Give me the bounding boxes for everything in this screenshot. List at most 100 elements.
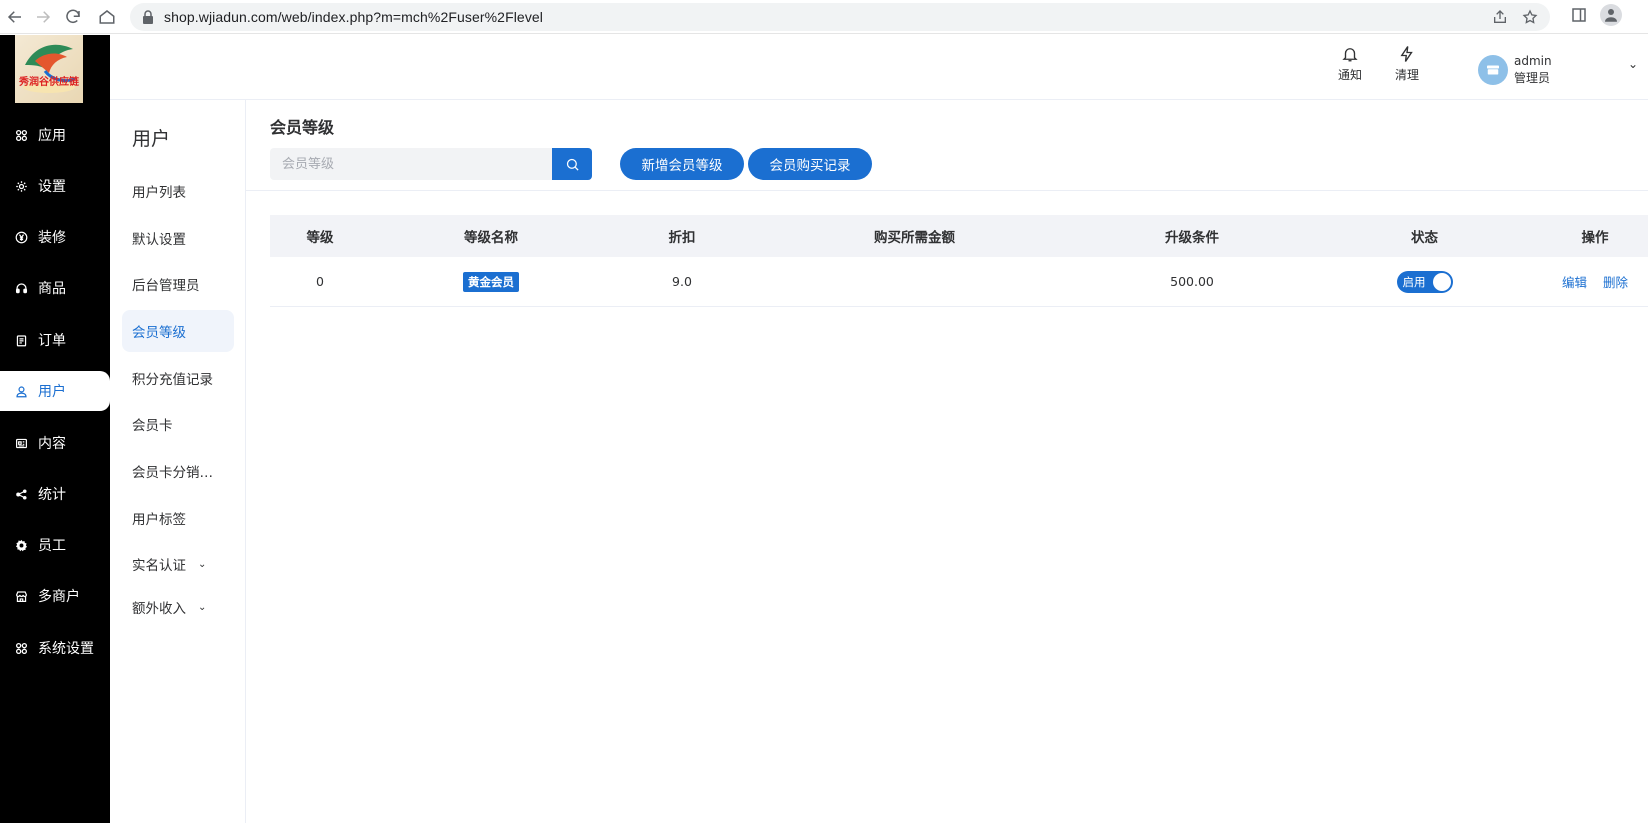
level-table: 等级 等级名称 折扣 购买所需金额 升级条件 状态 操作 0 黄金会员 9.0 … xyxy=(270,215,1648,307)
sidebar-item-label: 应用 xyxy=(38,128,66,144)
news-icon xyxy=(14,436,28,450)
home-icon[interactable] xyxy=(92,2,122,32)
sidebar-item-label: 订单 xyxy=(38,333,66,349)
submenu-item-label: 用户列表 xyxy=(132,185,186,201)
sidebar-item-label: 装修 xyxy=(38,230,66,246)
search-button[interactable] xyxy=(552,148,592,180)
lock-icon xyxy=(143,10,153,24)
col-status: 状态 xyxy=(1411,230,1438,246)
sidebar-item-3[interactable]: 商品 xyxy=(0,268,110,308)
submenu-item-label: 后台管理员 xyxy=(132,278,200,294)
address-bar[interactable]: shop.wjiadun.com/web/index.php?m=mch%2Fu… xyxy=(130,3,1550,31)
bell-icon xyxy=(1342,48,1358,62)
profile-icon[interactable] xyxy=(1600,4,1622,26)
gear-icon xyxy=(14,179,28,193)
share-page-icon[interactable] xyxy=(1492,9,1508,25)
sidebar-item-9[interactable]: 多商户 xyxy=(0,576,110,616)
header-divider xyxy=(246,190,1648,191)
level-value: 0 xyxy=(316,274,324,289)
notify-button[interactable]: 通知 xyxy=(1330,45,1370,83)
clear-cache-button[interactable]: 清理 xyxy=(1387,45,1427,83)
sidebar-item-label: 系统设置 xyxy=(38,641,94,657)
sidebar-item-10[interactable]: 系统设置 xyxy=(0,628,110,668)
submenu-item-label: 会员卡分销… xyxy=(132,465,213,481)
submenu-item-label: 积分充值记录 xyxy=(132,372,213,388)
sidebar-item-label: 内容 xyxy=(38,436,66,452)
chevron-down-icon[interactable]: ⌄ xyxy=(1628,57,1638,71)
chevron-down-icon: ⌄ xyxy=(198,601,207,613)
url-text: shop.wjiadun.com/web/index.php?m=mch%2Fu… xyxy=(164,9,544,25)
clear-label: 清理 xyxy=(1394,68,1419,82)
sidebar-item-5[interactable]: 用户 xyxy=(0,371,110,411)
table-header: 等级 等级名称 折扣 购买所需金额 升级条件 状态 操作 xyxy=(270,215,1648,257)
search-icon xyxy=(566,158,579,171)
sidebar-item-8[interactable]: 员工 xyxy=(0,525,110,565)
sidebar-item-2[interactable]: 装修 xyxy=(0,217,110,257)
delete-link[interactable]: 删除 xyxy=(1603,275,1628,290)
side-panel-icon[interactable] xyxy=(1570,6,1588,24)
submenu-item-3[interactable]: 会员等级 xyxy=(122,310,234,352)
bookmark-star-icon[interactable] xyxy=(1522,9,1538,25)
user-menu[interactable]: admin 管理员 xyxy=(1478,53,1552,87)
cog-icon xyxy=(14,538,28,552)
col-discount: 折扣 xyxy=(668,230,696,246)
add-level-button[interactable]: 新增会员等级 xyxy=(620,148,744,180)
level-name-badge: 黄金会员 xyxy=(463,271,519,292)
edit-link[interactable]: 编辑 xyxy=(1562,275,1587,290)
headset-icon xyxy=(14,281,28,295)
sidebar-item-7[interactable]: 统计 xyxy=(0,474,110,514)
search-bar xyxy=(270,148,592,180)
search-input[interactable] xyxy=(270,148,552,180)
submenu-item-8[interactable]: 实名认证 ⌄ xyxy=(122,543,234,585)
reload-icon[interactable] xyxy=(58,2,88,32)
store-icon xyxy=(14,589,28,603)
submenu-item-5[interactable]: 会员卡 xyxy=(122,403,234,445)
clipboard-icon xyxy=(14,333,28,347)
avatar xyxy=(1478,55,1508,85)
submenu-item-4[interactable]: 积分充值记录 xyxy=(122,357,234,399)
submenu-item-label: 额外收入 xyxy=(132,601,186,617)
sidebar-item-label: 多商户 xyxy=(38,589,80,605)
col-level: 等级 xyxy=(306,230,334,246)
user-role: 管理员 xyxy=(1514,71,1551,85)
submenu-item-label: 会员卡 xyxy=(132,418,173,434)
submenu-item-0[interactable]: 用户列表 xyxy=(122,170,234,212)
top-header: 通知 清理 admin 管理员 ⌄ xyxy=(110,35,1648,100)
submenu-item-label: 会员等级 xyxy=(132,325,186,341)
submenu-item-6[interactable]: 会员卡分销… xyxy=(122,450,234,492)
forward-icon[interactable] xyxy=(28,2,58,32)
submenu-item-7[interactable]: 用户标签 xyxy=(122,497,234,539)
submenu-item-1[interactable]: 默认设置 xyxy=(122,217,234,259)
submenu-item-9[interactable]: 额外收入 ⌄ xyxy=(122,586,234,628)
status-label: 启用 xyxy=(1402,274,1426,289)
submenu-item-label: 默认设置 xyxy=(132,232,186,248)
apps-icon xyxy=(14,128,28,142)
user-name: admin xyxy=(1514,54,1552,68)
upgrade-value: 500.00 xyxy=(1170,274,1214,289)
browser-toolbar: shop.wjiadun.com/web/index.php?m=mch%2Fu… xyxy=(0,0,1648,34)
purchase-records-button[interactable]: 会员购买记录 xyxy=(748,148,872,180)
col-actions: 操作 xyxy=(1581,230,1609,246)
chevron-down-icon: ⌄ xyxy=(198,558,207,570)
status-toggle[interactable]: 启用 xyxy=(1396,270,1453,293)
sidebar-item-0[interactable]: 应用 xyxy=(0,115,110,155)
sidebar-item-4[interactable]: 订单 xyxy=(0,320,110,360)
sidebar-item-1[interactable]: 设置 xyxy=(0,166,110,206)
sidebar-item-label: 设置 xyxy=(38,179,66,195)
apps-icon xyxy=(14,641,28,655)
back-icon[interactable] xyxy=(0,2,30,32)
discount-value: 9.0 xyxy=(672,274,692,289)
submenu-item-2[interactable]: 后台管理员 xyxy=(122,263,234,305)
col-name: 等级名称 xyxy=(464,230,518,246)
sidebar-item-6[interactable]: 内容 xyxy=(0,423,110,463)
logo-text: 秀润谷供应链 xyxy=(19,76,79,88)
submenu-item-label: 用户标签 xyxy=(132,512,186,528)
col-price: 购买所需金额 xyxy=(874,230,955,246)
sidebar-item-label: 员工 xyxy=(38,538,66,554)
submenu-item-label: 实名认证 xyxy=(132,558,186,574)
main-sidebar: 秀润谷供应链 应用设置装修商品订单用户内容统计员工多商户系统设置 xyxy=(0,35,110,823)
notify-label: 通知 xyxy=(1337,68,1362,82)
col-upgrade: 升级条件 xyxy=(1165,230,1219,246)
yen-icon xyxy=(14,230,28,244)
store-avatar-icon xyxy=(1487,65,1499,75)
